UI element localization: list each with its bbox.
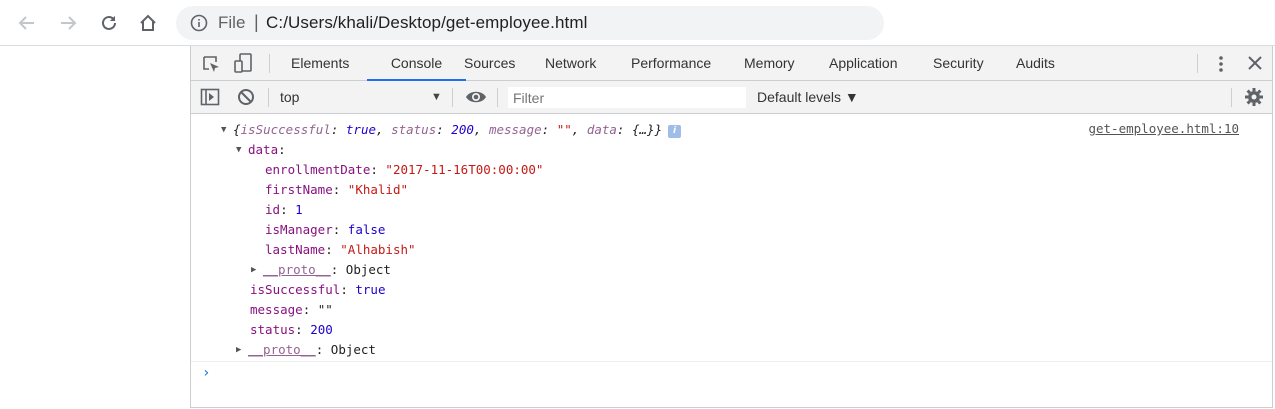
console-output: get-employee.html:10 ▼ {isSuccessful: tru… [191,115,1272,408]
scheme-label: File [218,13,246,32]
sidebar-toggle-icon[interactable] [200,87,220,107]
toolbar-divider [1197,54,1198,73]
property-row: isManager: false [265,222,386,237]
tab-performance[interactable]: Performance [631,46,711,81]
expand-triangle-icon[interactable]: ▼ [236,140,248,160]
toolbar-divider [452,88,453,107]
property-row: enrollmentDate: "2017-11-16T00:00:00" [265,162,544,177]
address-bar[interactable]: File | C:/Users/khali/Desktop/get-employ… [176,6,884,40]
property-row: isSuccessful: true [250,282,386,297]
collapse-triangle-icon[interactable]: ▶ [251,260,263,280]
url-text[interactable]: C:/Users/khali/Desktop/get-employee.html [266,13,587,33]
device-toolbar-icon[interactable] [234,53,254,75]
devtools-panel: Elements Console Sources Network Perform… [190,46,1273,408]
collapse-triangle-icon[interactable]: ▶ [236,340,248,360]
context-selector[interactable]: top [280,89,299,105]
tab-security[interactable]: Security [933,46,984,81]
toolbar-divider [269,54,270,73]
info-badge-icon[interactable]: i [668,125,682,138]
console-log-entry[interactable]: ▼ {isSuccessful: true, status: 200, messa… [221,120,682,140]
home-icon[interactable] [137,12,159,34]
log-levels-dropdown[interactable]: Default levels ▼ [757,89,859,105]
inspect-element-icon[interactable] [201,54,221,74]
tab-elements[interactable]: Elements [291,46,349,81]
info-icon[interactable] [190,14,208,37]
property-row: status: 200 [250,322,333,337]
scheme-separator: | [254,12,259,32]
browser-toolbar: File | C:/Users/khali/Desktop/get-employ… [0,0,1275,46]
property-row: firstName: "Khalid" [265,182,409,197]
tab-sources[interactable]: Sources [464,46,515,81]
page-viewport [0,46,190,409]
property-row: id: 1 [265,202,303,217]
tab-console[interactable]: Console [367,46,466,81]
property-row: lastName: "Alhabish" [265,242,416,257]
close-icon[interactable] [1246,54,1264,72]
tree-node-proto[interactable]: ▶ __proto__: Object [251,260,391,280]
chevron-down-icon[interactable]: ▼ [431,91,442,103]
tab-network[interactable]: Network [545,46,596,81]
filter-field[interactable] [507,86,747,109]
tab-memory[interactable]: Memory [744,46,795,81]
more-options-icon[interactable] [1212,54,1230,74]
reload-icon[interactable] [98,12,120,34]
source-link[interactable]: get-employee.html:10 [1088,121,1239,136]
tree-node-data[interactable]: ▼ data: [236,140,286,160]
toolbar-divider [1231,88,1232,107]
toolbar-divider [268,88,269,107]
eye-icon[interactable] [465,88,487,106]
property-row: message: "" [250,302,333,317]
toolbar-divider [497,88,498,107]
devtools-tab-bar: Elements Console Sources Network Perform… [191,46,1272,81]
filter-input[interactable] [513,90,733,106]
back-arrow-icon[interactable] [16,12,38,34]
expand-triangle-icon[interactable]: ▼ [221,120,233,140]
clear-console-icon[interactable] [236,87,256,107]
console-prompt-row[interactable]: › [191,361,1272,385]
console-toolbar: top ▼ Default levels ▼ [191,81,1272,114]
forward-arrow-icon[interactable] [57,12,79,34]
tab-audits[interactable]: Audits [1016,46,1055,81]
tree-node-proto[interactable]: ▶ __proto__: Object [236,340,376,360]
gear-icon[interactable] [1244,87,1264,107]
prompt-chevron-icon: › [202,365,211,381]
tab-application[interactable]: Application [829,46,898,81]
